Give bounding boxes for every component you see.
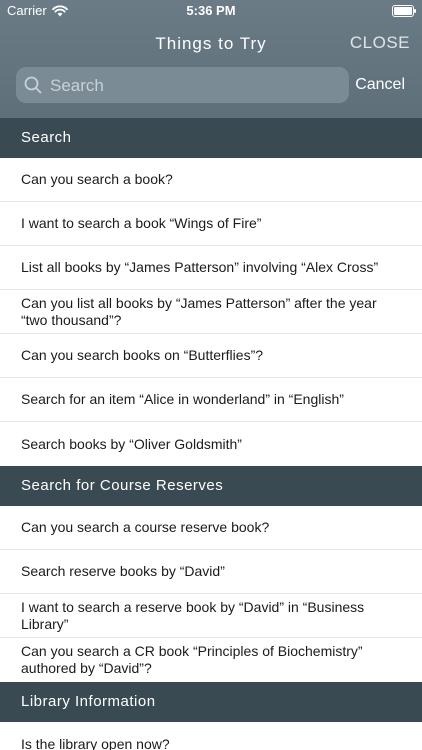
- suggestions-list[interactable]: Search Can you search a book? I want to …: [0, 118, 422, 750]
- list-item[interactable]: Search books by “Oliver Goldsmith”: [0, 422, 422, 466]
- list-item[interactable]: Can you list all books by “James Patters…: [0, 290, 422, 334]
- list-item[interactable]: I want to search a book “Wings of Fire”: [0, 202, 422, 246]
- close-button[interactable]: CLOSE: [350, 33, 410, 53]
- section-header-search: Search: [0, 118, 422, 158]
- list-item[interactable]: Is the library open now?: [0, 722, 422, 750]
- list-item[interactable]: Can you search books on “Butterflies”?: [0, 334, 422, 378]
- battery-icon: [392, 5, 416, 17]
- list-item[interactable]: Search reserve books by “David”: [0, 550, 422, 594]
- list-item[interactable]: Can you search a course reserve book?: [0, 506, 422, 550]
- list-item[interactable]: List all books by “James Patterson” invo…: [0, 246, 422, 290]
- list-item[interactable]: Search for an item “Alice in wonderland”…: [0, 378, 422, 422]
- status-bar: Carrier 5:36 PM: [0, 0, 422, 22]
- section-header-course-reserves: Search for Course Reserves: [0, 466, 422, 506]
- search-input[interactable]: [48, 67, 347, 105]
- list-item[interactable]: Can you search a CR book “Principles of …: [0, 638, 422, 682]
- cancel-button[interactable]: Cancel: [355, 76, 405, 94]
- list-item[interactable]: Can you search a book?: [0, 158, 422, 202]
- search-icon: [24, 76, 42, 99]
- top-bar: Carrier 5:36 PM Things to Try CLOSE Canc…: [0, 0, 422, 118]
- list-item[interactable]: I want to search a reserve book by “Davi…: [0, 594, 422, 638]
- search-bar[interactable]: [16, 67, 349, 105]
- section-header-library-information: Library Information: [0, 682, 422, 722]
- clock: 5:36 PM: [186, 3, 236, 18]
